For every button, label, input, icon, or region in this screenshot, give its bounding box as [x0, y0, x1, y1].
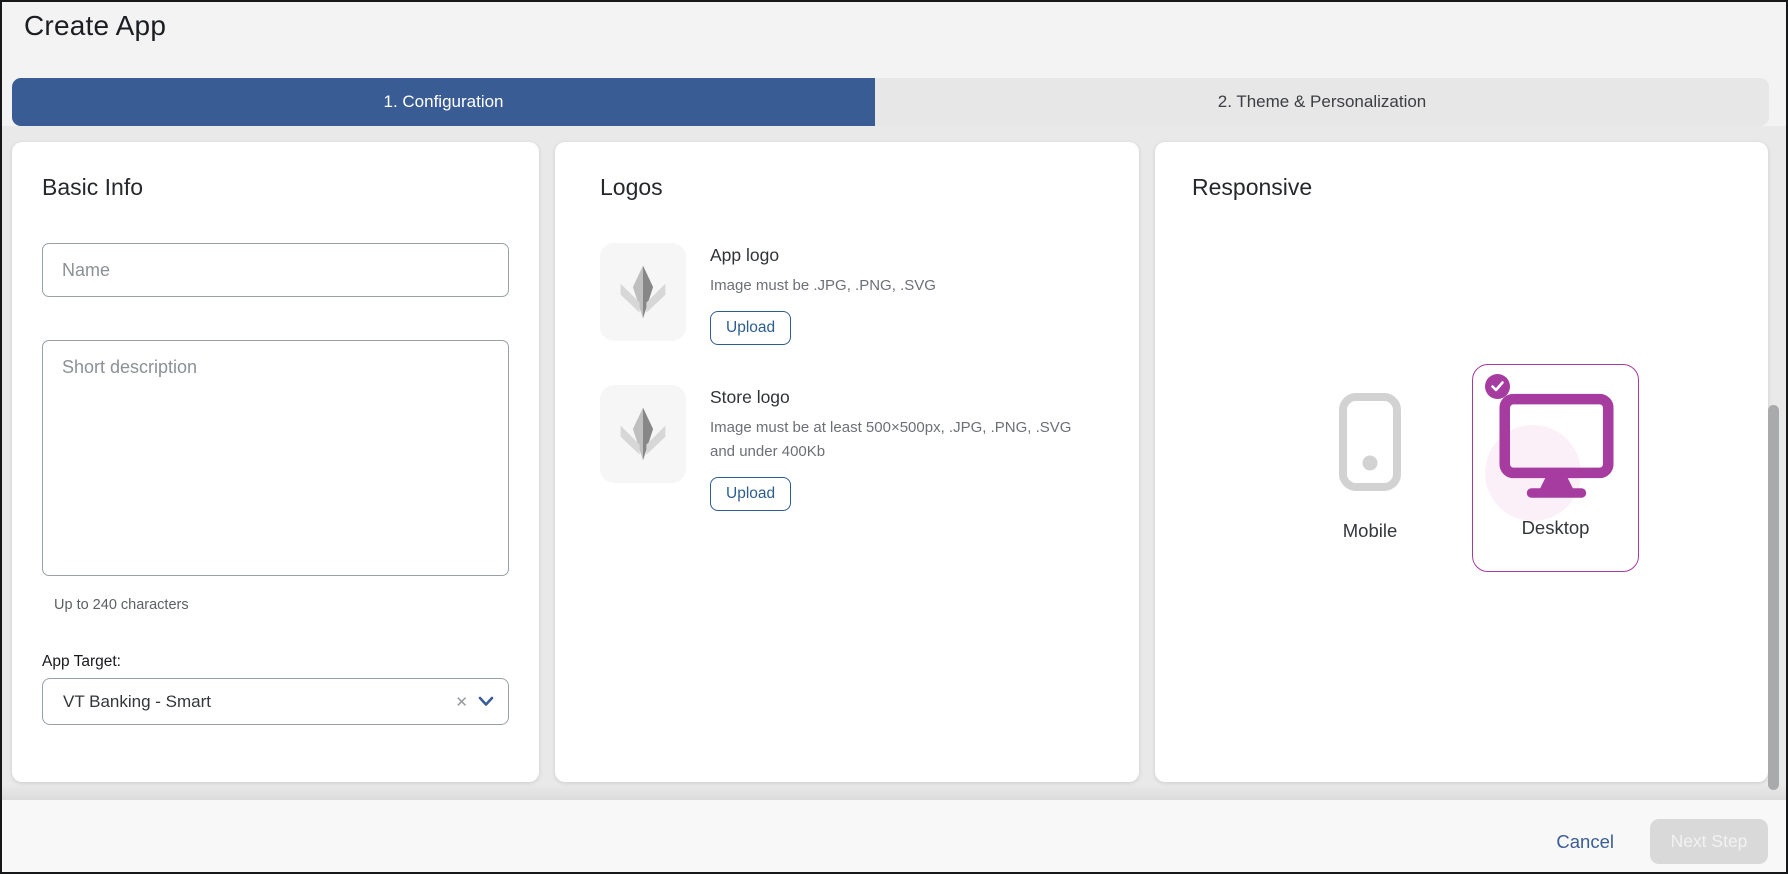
- desktop-monitor-icon: [1499, 393, 1614, 501]
- app-target-select[interactable]: VT Banking - Smart ✕: [42, 678, 509, 725]
- option-desktop-selected[interactable]: Desktop: [1472, 364, 1639, 572]
- store-logo-placeholder-icon: [600, 385, 686, 483]
- store-logo-info: Store logo Image must be at least 500×50…: [710, 385, 1094, 511]
- store-logo-upload-button[interactable]: Upload: [710, 477, 791, 511]
- app-target-value: VT Banking - Smart: [63, 692, 449, 712]
- name-input[interactable]: [42, 243, 509, 297]
- wizard-steps: 1. Configuration 2. Theme & Personalizat…: [12, 78, 1769, 126]
- responsive-title: Responsive: [1192, 174, 1731, 201]
- next-step-button[interactable]: Next Step: [1650, 819, 1768, 864]
- app-logo-upload-button[interactable]: Upload: [710, 311, 791, 345]
- cancel-button[interactable]: Cancel: [1556, 831, 1614, 853]
- basic-info-card: Basic Info Up to 240 characters App Targ…: [12, 142, 539, 782]
- create-app-window: Create App 1. Configuration 2. Theme & P…: [0, 0, 1788, 874]
- tab-theme-personalization-label: 2. Theme & Personalization: [1218, 92, 1427, 112]
- mobile-phone-icon: [1308, 392, 1432, 492]
- app-logo-name: App logo: [710, 245, 936, 266]
- clear-selection-icon[interactable]: ✕: [449, 691, 474, 713]
- description-helper-text: Up to 240 characters: [54, 597, 509, 613]
- store-logo-row: Store logo Image must be at least 500×50…: [600, 385, 1094, 511]
- short-description-textarea[interactable]: [42, 340, 509, 576]
- vertical-scrollbar-thumb[interactable]: [1768, 405, 1779, 790]
- tab-configuration-label: 1. Configuration: [383, 92, 503, 112]
- app-logo-info: App logo Image must be .JPG, .PNG, .SVG …: [710, 243, 936, 345]
- desktop-label: Desktop: [1473, 517, 1638, 539]
- option-mobile[interactable]: Mobile: [1308, 392, 1432, 542]
- app-logo-placeholder-icon: [600, 243, 686, 341]
- footer-bar: Cancel Next Step: [2, 800, 1786, 874]
- mobile-label: Mobile: [1308, 520, 1432, 542]
- logos-title: Logos: [600, 174, 1094, 201]
- logos-card: Logos App logo Image must be .JPG, .PNG,…: [555, 142, 1139, 782]
- chevron-down-icon[interactable]: [474, 696, 494, 707]
- responsive-card: Responsive Mobile: [1155, 142, 1768, 782]
- app-logo-row: App logo Image must be .JPG, .PNG, .SVG …: [600, 243, 1094, 345]
- app-target-label: App Target:: [42, 653, 509, 671]
- tab-theme-personalization[interactable]: 2. Theme & Personalization: [875, 78, 1769, 126]
- app-logo-requirements: Image must be .JPG, .PNG, .SVG: [710, 274, 936, 297]
- tab-configuration[interactable]: 1. Configuration: [12, 78, 875, 126]
- store-logo-name: Store logo: [710, 387, 1094, 408]
- page-title: Create App: [24, 10, 166, 42]
- basic-info-title: Basic Info: [42, 174, 509, 201]
- store-logo-requirements: Image must be at least 500×500px, .JPG, …: [710, 416, 1094, 463]
